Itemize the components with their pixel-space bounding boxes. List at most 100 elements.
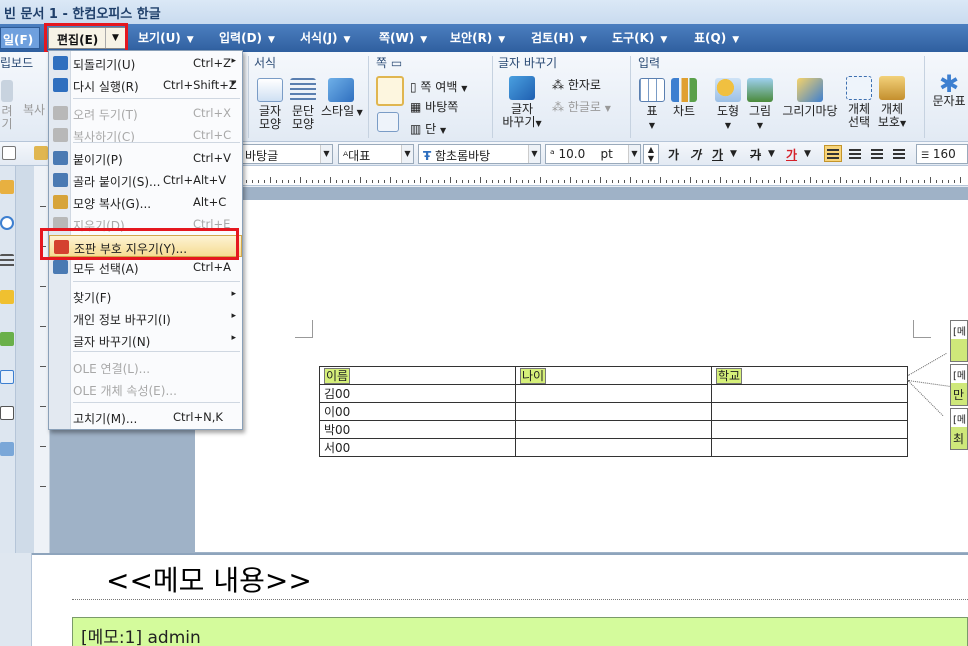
style-select[interactable]: 바탕글 ▼ bbox=[240, 144, 333, 164]
chart-button[interactable]: 차트 bbox=[670, 78, 698, 118]
font-select[interactable]: Ŧ 함초롬바탕 ▼ bbox=[418, 144, 541, 164]
gallery-button[interactable]: 그리기마당 bbox=[780, 78, 840, 118]
table-cell[interactable]: 서00 bbox=[319, 438, 516, 457]
image-icon[interactable] bbox=[0, 332, 14, 346]
table-header-cell[interactable]: 학교 bbox=[711, 366, 908, 385]
underline-button[interactable]: 가 bbox=[712, 146, 723, 163]
lock-icon bbox=[879, 76, 905, 100]
table-cell[interactable]: 이00 bbox=[319, 402, 516, 421]
language-select[interactable]: ᴬ대표 ▼ bbox=[338, 144, 414, 164]
menu-file[interactable]: 일(F) bbox=[0, 27, 40, 49]
lightning-icon[interactable] bbox=[0, 290, 14, 304]
page-icon[interactable] bbox=[0, 406, 14, 420]
new-doc-icon[interactable] bbox=[2, 146, 16, 160]
page-corner-mark bbox=[295, 320, 313, 338]
align-justify-button[interactable] bbox=[824, 145, 842, 162]
char-shape-button[interactable]: 글자 모양 bbox=[255, 78, 285, 131]
table-cell[interactable] bbox=[515, 438, 712, 457]
document-table[interactable]: 이름 나이 학교 김00 이00 박00 서00 bbox=[319, 366, 908, 457]
menu-item-label: 골라 붙이기(S)... bbox=[73, 175, 161, 189]
column-button[interactable]: ▥ 단 ▼ bbox=[410, 120, 446, 137]
page-doc-button[interactable] bbox=[377, 112, 399, 135]
menu-format[interactable]: 서식(J) ▼ bbox=[300, 29, 350, 47]
memo-balloon[interactable]: [메 만 bbox=[950, 364, 968, 406]
font-color-dropdown[interactable]: ▼ bbox=[804, 149, 811, 159]
memo-panel-handle[interactable] bbox=[0, 553, 32, 646]
symbol-button[interactable]: ✱ 문자표 bbox=[930, 72, 968, 108]
line-spacing-field[interactable]: ☰ 160 bbox=[916, 144, 968, 164]
doc-icon[interactable] bbox=[0, 370, 14, 384]
group-change-chars-title: 글자 바꾸기 bbox=[498, 56, 558, 70]
menu-tools[interactable]: 도구(K) ▼ bbox=[612, 29, 667, 47]
table-cell[interactable]: 김00 bbox=[319, 384, 516, 403]
object-select-button[interactable]: 개체 선택 bbox=[844, 76, 874, 129]
menu-item-change-personal-info[interactable]: 개인 정보 바꾸기(I) ▸ bbox=[49, 307, 242, 329]
hanja-button[interactable]: ⁂ 한자로 bbox=[552, 76, 601, 93]
help-icon[interactable] bbox=[0, 216, 14, 230]
memo-item[interactable]: [메모:1] admin bbox=[72, 617, 968, 646]
font-size-field[interactable]: ᵃ 10.0 pt ▼ bbox=[545, 144, 641, 164]
page-margin-button[interactable]: ▯ 쪽 여백 ▼ bbox=[410, 78, 467, 95]
char-change-button[interactable]: 글자 바꾸기▼ bbox=[499, 76, 545, 130]
window-title: 빈 문서 1 - 한컴오피스 한글 bbox=[4, 7, 161, 22]
menu-item-find[interactable]: 찾기(F) ▸ bbox=[49, 285, 242, 307]
font-color-button[interactable]: 가 bbox=[786, 146, 797, 163]
align-center-button[interactable] bbox=[868, 145, 886, 162]
cut-button[interactable]: 려기 bbox=[0, 80, 14, 131]
menu-page[interactable]: 쪽(W) ▼ bbox=[379, 29, 427, 47]
menu-item-format-copy[interactable]: 모양 복사(G)... Alt+C bbox=[49, 191, 242, 213]
shape-button[interactable]: 도형 ▼ bbox=[712, 78, 744, 132]
menu-item-fix[interactable]: 고치기(M)... Ctrl+N,K bbox=[49, 406, 242, 428]
list-icon[interactable] bbox=[0, 254, 14, 268]
menu-item-paste[interactable]: 붙이기(P) Ctrl+V bbox=[49, 147, 242, 169]
table-cell[interactable] bbox=[515, 402, 712, 421]
layers-icon[interactable] bbox=[0, 442, 14, 456]
menu-security[interactable]: 보안(R) ▼ bbox=[450, 29, 505, 47]
table-cell[interactable] bbox=[711, 438, 908, 457]
menu-view[interactable]: 보기(U) ▼ bbox=[138, 29, 194, 47]
bold-button[interactable]: 가 bbox=[668, 146, 679, 163]
strike-button[interactable]: 가 bbox=[750, 146, 761, 163]
object-protect-button[interactable]: 개체 보호▼ bbox=[877, 76, 907, 130]
table-cell[interactable] bbox=[711, 384, 908, 403]
ribbon-separator bbox=[630, 56, 631, 138]
underline-dropdown[interactable]: ▼ bbox=[730, 149, 737, 159]
picture-icon bbox=[747, 78, 773, 102]
memo-balloon[interactable]: [메 bbox=[950, 320, 968, 362]
table-header-cell[interactable]: 나이 bbox=[515, 366, 712, 385]
table-cell[interactable]: 박00 bbox=[319, 420, 516, 439]
menu-insert[interactable]: 입력(D) ▼ bbox=[219, 29, 275, 47]
style-button[interactable]: 스타일 ▼ bbox=[321, 78, 363, 119]
menu-item-redo[interactable]: 다시 실행(R) Ctrl+Shift+Z ▸ bbox=[49, 74, 242, 96]
menu-item-change-chars[interactable]: 글자 바꾸기(N) ▸ bbox=[49, 329, 242, 351]
menu-item-ole-properties[interactable]: OLE 개체 속성(E)... bbox=[49, 378, 242, 400]
menu-item-ole-link[interactable]: OLE 연결(L)... bbox=[49, 356, 242, 378]
para-shape-button[interactable]: 문단 모양 bbox=[288, 78, 318, 131]
table-cell[interactable] bbox=[711, 402, 908, 421]
menu-table[interactable]: 표(Q) ▼ bbox=[694, 29, 739, 47]
font-size-stepper[interactable]: ▲ ▼ bbox=[643, 144, 659, 164]
table-cell[interactable] bbox=[711, 420, 908, 439]
menu-item-paste-special[interactable]: 골라 붙이기(S)... Ctrl+Alt+V bbox=[49, 169, 242, 191]
align-right-button[interactable] bbox=[890, 145, 908, 162]
table-cell[interactable] bbox=[515, 420, 712, 439]
background-page-button[interactable]: ▦ 바탕쪽 bbox=[410, 98, 458, 115]
book-icon[interactable] bbox=[0, 180, 14, 194]
table-cell[interactable] bbox=[515, 384, 712, 403]
memo-balloon[interactable]: [메 최 bbox=[950, 408, 968, 450]
table-header-cell[interactable]: 이름 bbox=[319, 366, 516, 385]
menu-item-label: 찾기(F) bbox=[73, 291, 112, 305]
italic-button[interactable]: 가 bbox=[690, 146, 701, 163]
page-layout-button[interactable] bbox=[374, 76, 406, 109]
align-left-button[interactable] bbox=[846, 145, 864, 162]
picture-button[interactable]: 그림 ▼ bbox=[746, 78, 774, 132]
menu-review[interactable]: 검토(H) ▼ bbox=[531, 29, 587, 47]
hangul-button[interactable]: ⁂ 한글로 ▼ bbox=[552, 98, 611, 115]
strike-dropdown[interactable]: ▼ bbox=[768, 149, 775, 159]
open-folder-icon[interactable] bbox=[34, 146, 48, 160]
menu-item-cut[interactable]: 오려 두기(T) Ctrl+X bbox=[49, 102, 242, 124]
horizontal-ruler[interactable] bbox=[236, 166, 968, 186]
table-button[interactable]: 표 ▼ bbox=[638, 78, 666, 132]
menu-item-undo[interactable]: 되돌리기(U) Ctrl+Z ▸ bbox=[49, 52, 242, 74]
copy-button[interactable]: 복사 bbox=[20, 104, 48, 117]
